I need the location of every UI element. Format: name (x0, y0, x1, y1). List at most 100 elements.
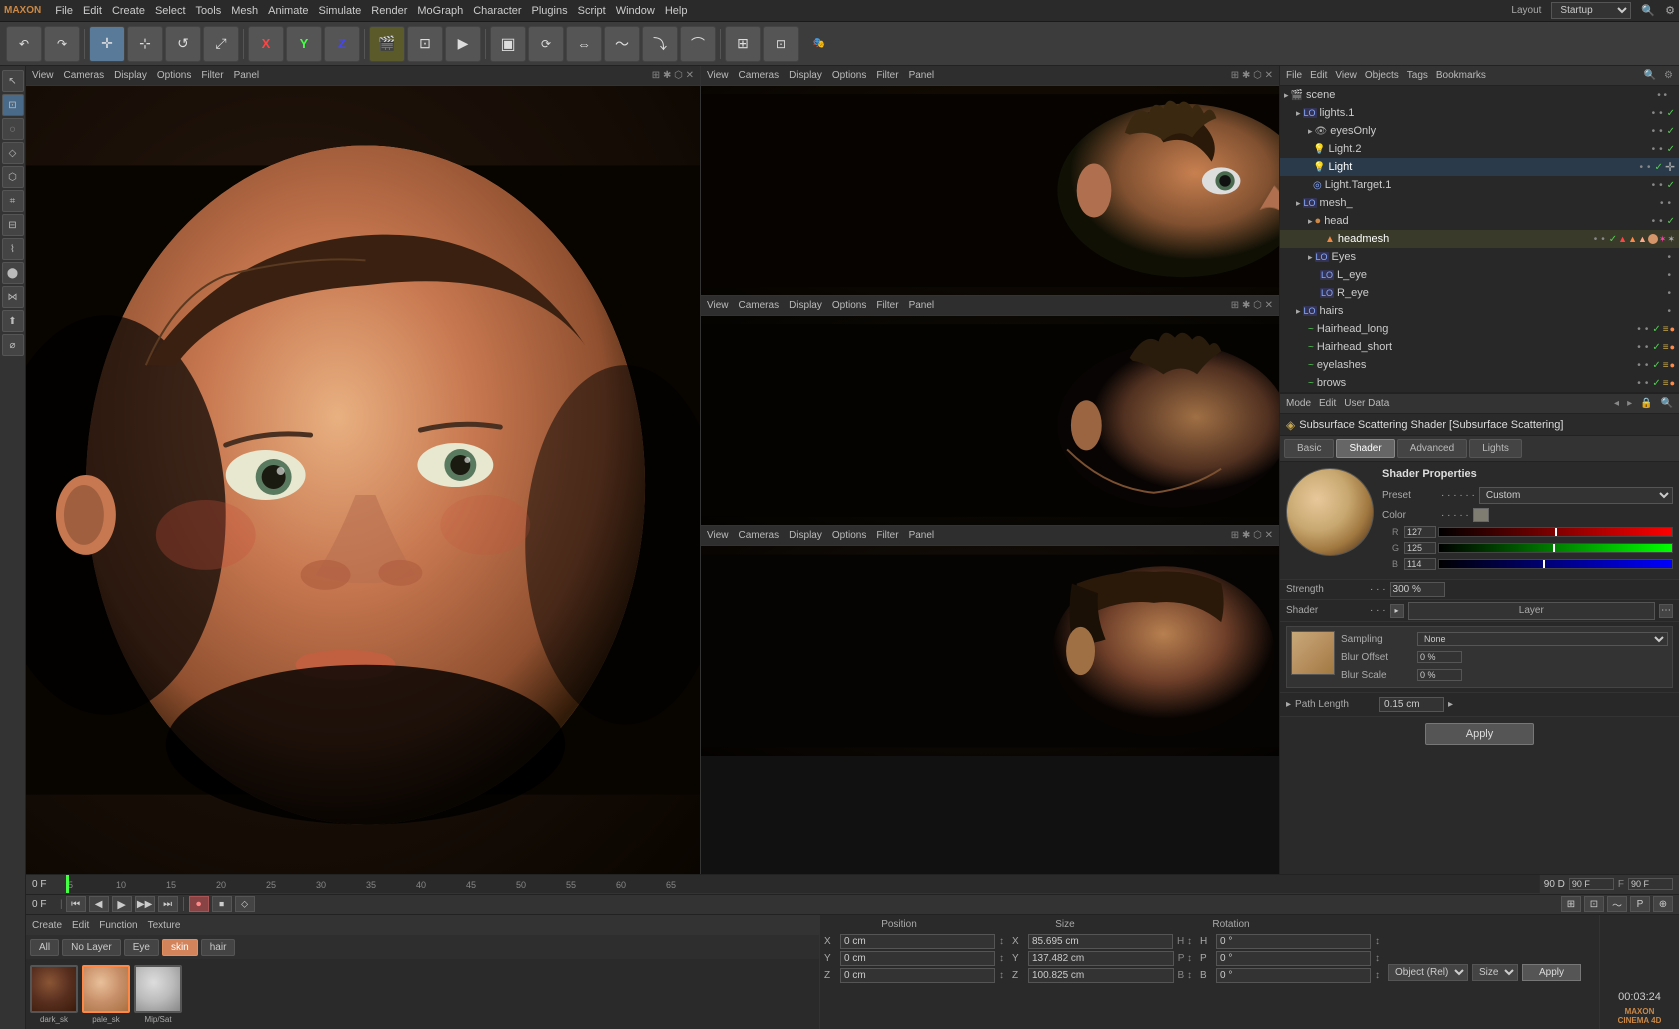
color-swatch[interactable] (1473, 508, 1489, 522)
brush-tool[interactable]: ⬤ (2, 262, 24, 284)
sm-search-icon[interactable]: 🔍 (1644, 70, 1656, 81)
size-x-input[interactable] (1028, 934, 1173, 949)
sm-edit-menu[interactable]: Edit (1310, 70, 1327, 81)
sm-filter-icon[interactable]: ⚙ (1664, 70, 1673, 81)
attr-fwd-icon[interactable]: ▸ (1627, 398, 1632, 409)
shader-expand-btn[interactable]: ▸ (1390, 604, 1404, 618)
vp-rm-panel[interactable]: Panel (909, 300, 935, 311)
rot-p-input[interactable] (1216, 951, 1371, 966)
path-length-expand-icon[interactable]: ▸ (1286, 699, 1291, 710)
play-btn[interactable]: ▶ (112, 896, 132, 912)
redo-button[interactable]: ↷ (44, 26, 80, 62)
vp-rt-cameras[interactable]: Cameras (739, 70, 780, 81)
tree-item-lighttarget[interactable]: ◎ Light.Target.1 • • ✓ (1280, 176, 1679, 194)
vp-options-menu[interactable]: Options (157, 70, 191, 81)
tree-item-eyelashes[interactable]: ~ eyelashes • • ✓ ≡ ● (1280, 356, 1679, 374)
vp-filter-menu[interactable]: Filter (201, 70, 223, 81)
play-fwd-btn[interactable]: ▶▶ (135, 896, 155, 912)
viewport-right-bot[interactable]: View Cameras Display Options Filter Pane… (701, 526, 1279, 756)
play-back-btn[interactable]: ◀ (89, 896, 109, 912)
cube-btn[interactable]: ▣ (490, 26, 526, 62)
vp-rt-panel[interactable]: Panel (909, 70, 935, 81)
sm-objects-menu[interactable]: Objects (1365, 70, 1399, 81)
vp-rt-display[interactable]: Display (789, 70, 822, 81)
tree-item-head[interactable]: ▸ ● head • • ✓ (1280, 212, 1679, 230)
stop-btn[interactable]: ⏹ (212, 896, 232, 912)
bottom-function-menu[interactable]: Function (99, 920, 137, 931)
bottom-create-menu[interactable]: Create (32, 920, 62, 931)
attr-mode-menu[interactable]: Mode (1286, 398, 1311, 409)
vp-panel-menu[interactable]: Panel (234, 70, 260, 81)
vp-rt-options[interactable]: Options (832, 70, 866, 81)
tree-item-headmesh[interactable]: ▲ headmesh • • ✓ ▲ ▲ ▲ ✶ ✶ (1280, 230, 1679, 248)
rotate-obj-btn[interactable]: ⟳ (528, 26, 564, 62)
search-icon[interactable]: 🔍 (1641, 4, 1655, 17)
scale-tool[interactable]: ⤢ (203, 26, 239, 62)
pointer-tool[interactable]: ↖ (2, 70, 24, 92)
path-length-slider-icon[interactable]: ▸ (1448, 699, 1453, 710)
shader-dots-btn[interactable]: ⋯ (1659, 604, 1673, 618)
tab-advanced[interactable]: Advanced (1397, 439, 1467, 458)
preset-dropdown[interactable]: Custom (1479, 487, 1673, 504)
shader-layer-area[interactable]: Layer (1408, 602, 1655, 620)
sm-file-menu[interactable]: File (1286, 70, 1302, 81)
tag-skin[interactable]: skin (162, 939, 198, 956)
tag-hair[interactable]: hair (201, 939, 236, 956)
menu-mograph[interactable]: MoGraph (417, 5, 463, 17)
polygon-tool[interactable]: ◇ (2, 142, 24, 164)
vp-rm-options[interactable]: Options (832, 300, 866, 311)
view-options-icon[interactable]: ⚙ (1665, 4, 1675, 17)
viewport-right-top[interactable]: View Cameras Display Options Filter Pane… (701, 66, 1279, 296)
coord-mode-dropdown[interactable]: Object (Rel) (1388, 964, 1468, 981)
tag-all[interactable]: All (30, 939, 59, 956)
vp-cameras-menu[interactable]: Cameras (64, 70, 105, 81)
menu-mesh[interactable]: Mesh (231, 5, 258, 17)
material-mipsat[interactable]: Mip/Sat (134, 965, 182, 1024)
menu-file[interactable]: File (55, 5, 73, 17)
attr-userdata-menu[interactable]: User Data (1344, 398, 1389, 409)
tree-item-lights1[interactable]: ▸ LO lights.1 • • ✓ (1280, 104, 1679, 122)
tab-shader[interactable]: Shader (1336, 439, 1394, 458)
tree-item-hairs[interactable]: ▸ LO hairs • (1280, 302, 1679, 320)
tree-item-light2[interactable]: 💡 Light.2 • • ✓ (1280, 140, 1679, 158)
render-region-btn[interactable]: ⊡ (407, 26, 443, 62)
vp-rb-options[interactable]: Options (832, 530, 866, 541)
tab-lights[interactable]: Lights (1469, 439, 1522, 458)
pos-z-input[interactable] (840, 968, 995, 983)
bridge-tool[interactable]: ⊟ (2, 214, 24, 236)
tree-item-eyesonly[interactable]: ▸ 👁 eyesOnly • • ✓ (1280, 122, 1679, 140)
tag-no-layer[interactable]: No Layer (62, 939, 121, 956)
render-interactive-btn[interactable]: ▶ (445, 26, 481, 62)
mirror-tool[interactable]: ⋈ (2, 286, 24, 308)
vp-rm-cameras[interactable]: Cameras (739, 300, 780, 311)
menu-edit[interactable]: Edit (83, 5, 102, 17)
start-frame-input[interactable] (1569, 878, 1614, 890)
tree-item-brows[interactable]: ~ brows • • ✓ ≡ ● (1280, 374, 1679, 392)
size-z-input[interactable] (1028, 968, 1174, 983)
material-pale-sk[interactable]: pale_sk (82, 965, 130, 1024)
transform-apply-btn[interactable]: Apply (1522, 964, 1581, 981)
strength-input[interactable] (1390, 582, 1445, 597)
lasso-tool[interactable]: ◌ (2, 118, 24, 140)
left-viewport-content[interactable] (26, 86, 700, 874)
timeline-config-btn[interactable]: ⊞ (1561, 896, 1581, 912)
size-mode-dropdown[interactable]: Size (1472, 964, 1518, 981)
end-frame-input[interactable] (1628, 878, 1673, 890)
menu-window[interactable]: Window (616, 5, 655, 17)
vp-rb-view[interactable]: View (707, 530, 729, 541)
undo-button[interactable]: ↶ (6, 26, 42, 62)
magnet-tool[interactable]: ⌇ (2, 238, 24, 260)
layout-btn1[interactable]: ⊞ (725, 26, 761, 62)
vp-rm-filter[interactable]: Filter (876, 300, 898, 311)
viewport-right-mid[interactable]: View Cameras Display Options Filter Pane… (701, 296, 1279, 526)
select-box-tool[interactable]: ⊡ (2, 94, 24, 116)
go-start-btn[interactable]: ⏮ (66, 896, 86, 912)
rot-b-input[interactable] (1216, 968, 1371, 983)
tree-item-light[interactable]: 💡 Light • • ✓ ✛ (1280, 158, 1679, 176)
move-tool[interactable]: ⊹ (127, 26, 163, 62)
vp-rb-filter[interactable]: Filter (876, 530, 898, 541)
tag-eye[interactable]: Eye (124, 939, 159, 956)
keyframe-btn[interactable]: ⬦ (235, 896, 255, 912)
timeline-snap-btn[interactable]: ⊡ (1584, 896, 1604, 912)
mirror-btn[interactable]: ⇔ (566, 26, 602, 62)
